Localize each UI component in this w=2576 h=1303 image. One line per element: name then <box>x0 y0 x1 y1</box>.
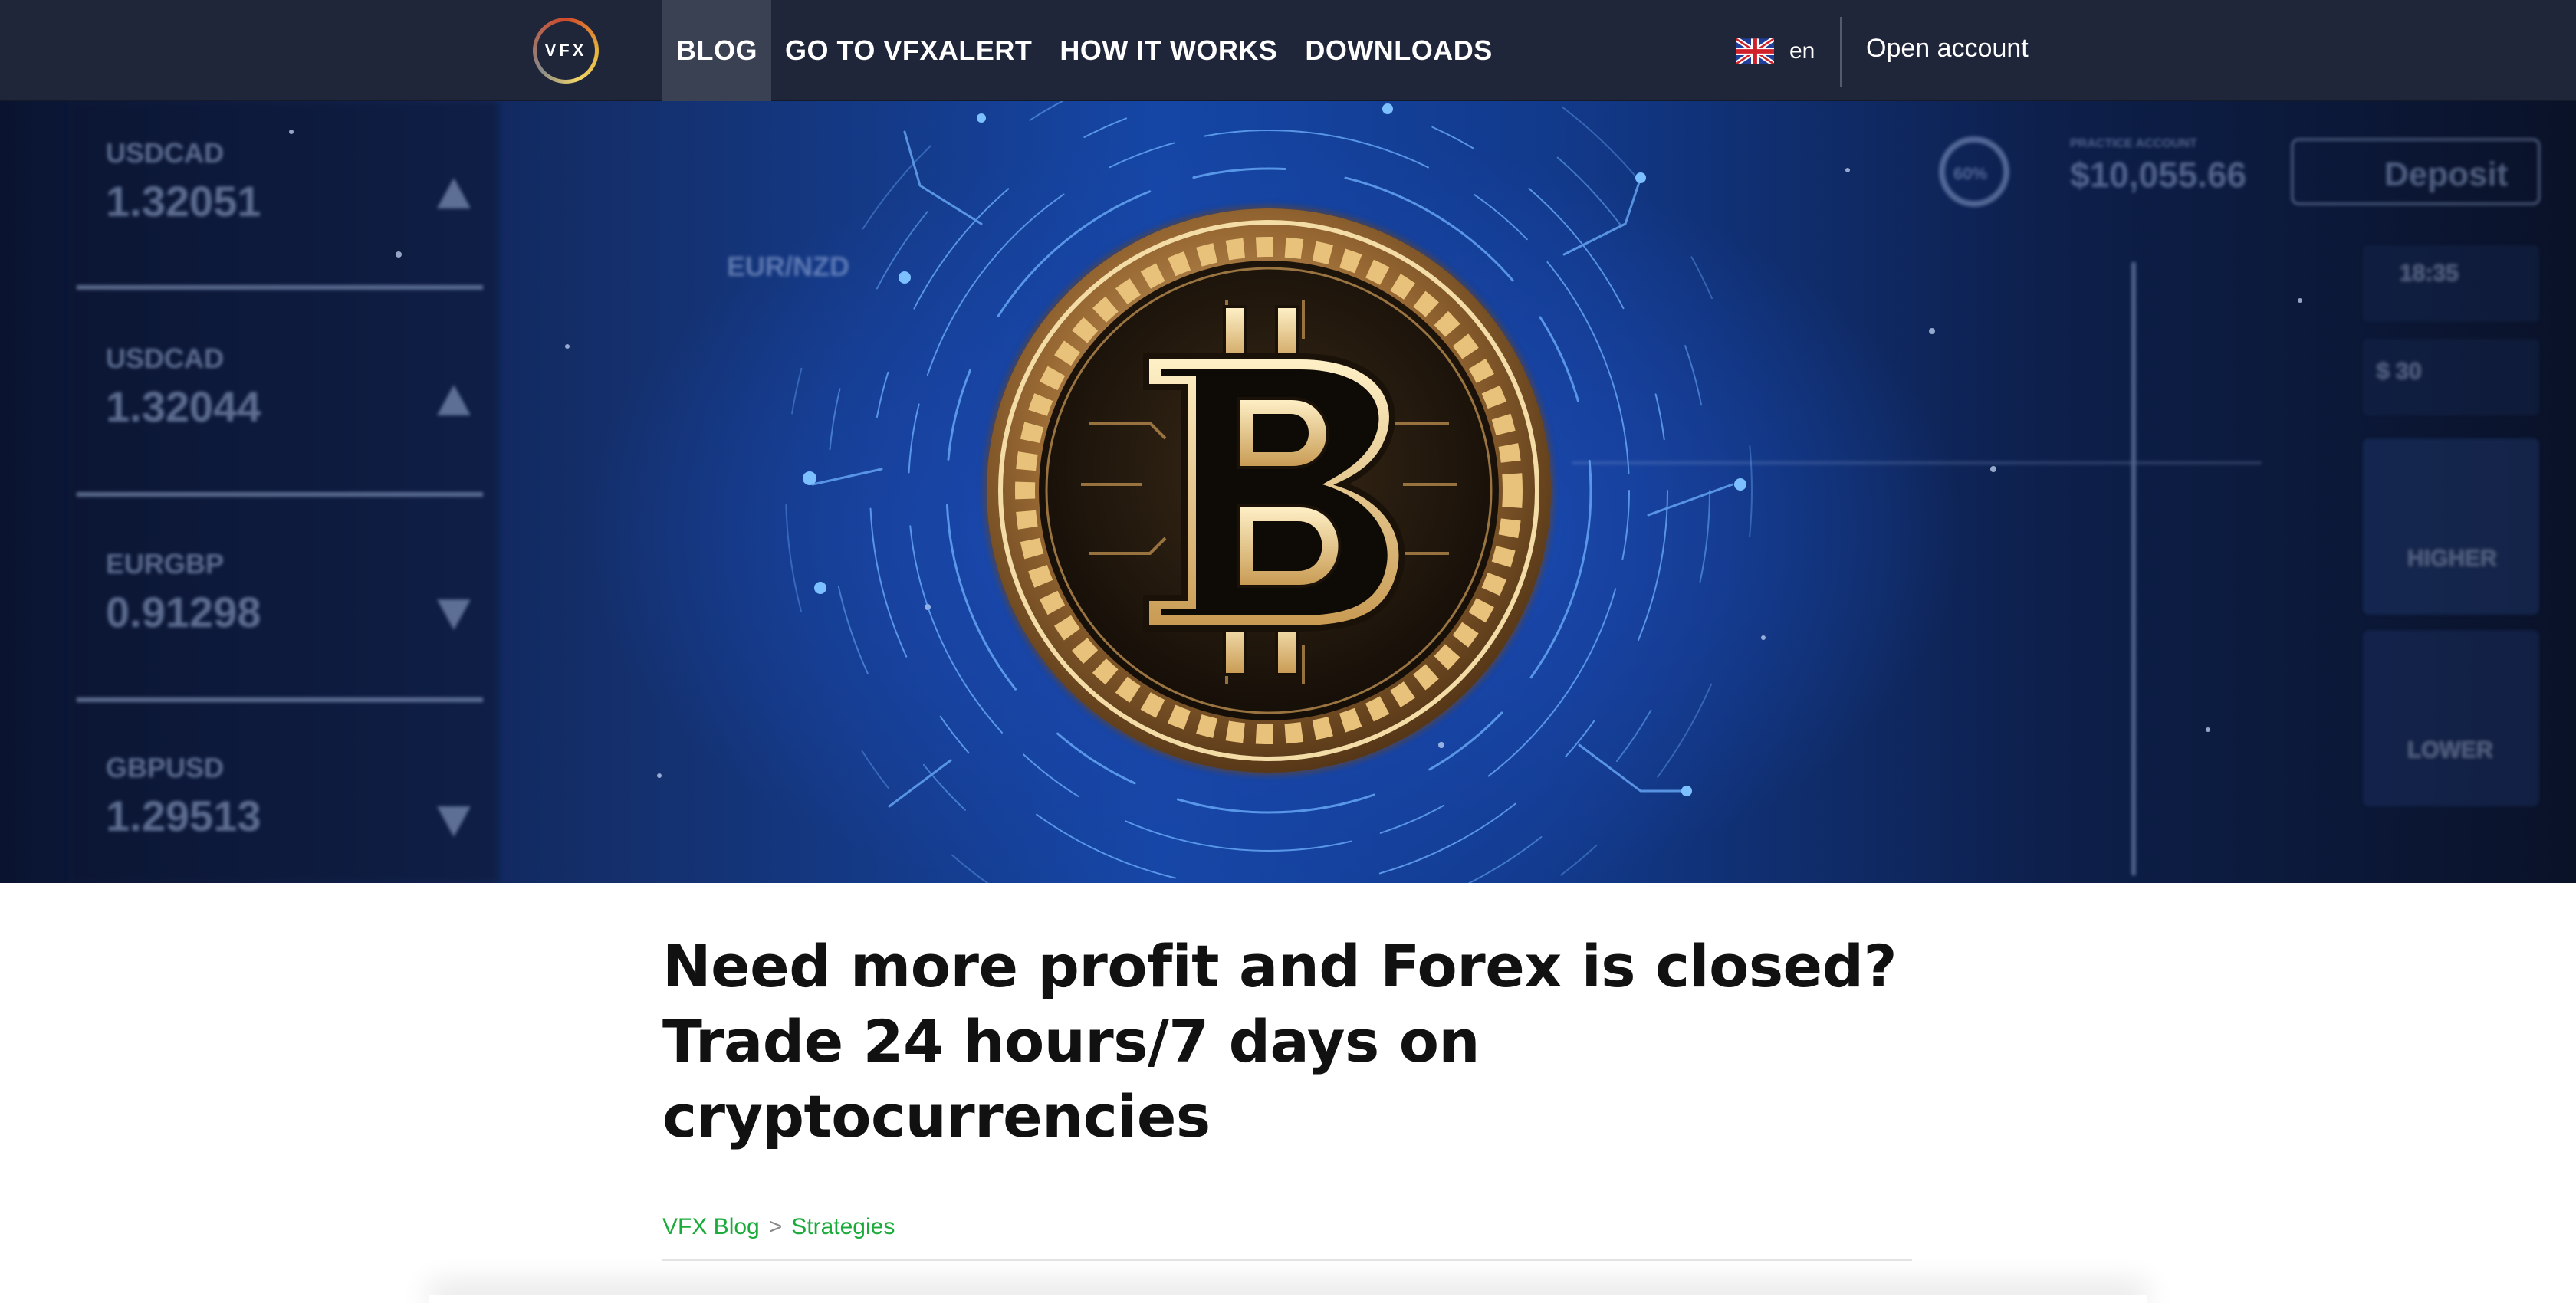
account-label: PRACTICE ACCOUNT <box>2070 137 2197 150</box>
breadcrumb: VFX Blog > Strategies <box>662 1214 895 1240</box>
panel-price-4: 1.29513 <box>106 792 261 840</box>
logo-text: VFX <box>537 21 595 80</box>
article-title: Need more profit and Forex is closed? Tr… <box>662 929 1966 1154</box>
top-navbar: VFX BLOG GO TO VFXALERT HOW IT WORKS DOW… <box>0 0 2576 101</box>
amount-display: $ 30 <box>2377 359 2421 384</box>
breadcrumb-root-link[interactable]: VFX Blog <box>662 1214 760 1240</box>
title-line-1: Need more profit and Forex is closed? <box>662 932 1898 1000</box>
bitcoin-coin-icon <box>984 205 1554 776</box>
language-selector[interactable]: en <box>1736 37 1815 66</box>
lower-label: LOWER <box>2407 737 2493 763</box>
percent-indicator: 60% <box>1953 164 1987 183</box>
panel-price-3: 0.91298 <box>106 588 261 636</box>
title-line-2: Trade 24 hours/7 days on <box>662 1007 1480 1075</box>
balance: $10,055.66 <box>2070 155 2246 195</box>
chart-pair: EUR/NZD <box>727 251 849 282</box>
title-line-3: cryptocurrencies <box>662 1082 1211 1150</box>
breadcrumb-separator: > <box>768 1214 783 1239</box>
open-account-link[interactable]: Open account <box>1866 34 2029 64</box>
language-code: en <box>1789 38 1815 64</box>
uk-flag-icon <box>1736 38 1774 64</box>
panel-pair-2: USDCAD <box>106 343 224 374</box>
vfx-logo[interactable]: VFX <box>533 18 599 84</box>
content-card-edge <box>429 1295 2147 1303</box>
panel-price-2: 1.32044 <box>106 382 261 431</box>
time-display: 18:35 <box>2400 261 2459 286</box>
nav-downloads[interactable]: DOWNLOADS <box>1291 0 1506 101</box>
breadcrumb-current-link[interactable]: Strategies <box>791 1214 895 1240</box>
breadcrumb-divider <box>662 1259 1912 1261</box>
nav-divider <box>1840 17 1842 87</box>
panel-price-1: 1.32051 <box>106 177 261 225</box>
main-nav: BLOG GO TO VFXALERT HOW IT WORKS DOWNLOA… <box>662 0 1506 101</box>
nav-how-it-works[interactable]: HOW IT WORKS <box>1046 0 1291 101</box>
higher-label: HIGHER <box>2407 546 2497 571</box>
panel-pair-3: EURGBP <box>106 548 224 579</box>
panel-pair-4: GBPUSD <box>106 752 224 783</box>
deposit-label: Deposit <box>2384 156 2509 193</box>
nav-blog[interactable]: BLOG <box>662 0 771 101</box>
hero-banner: USDCAD 1.32051 USDCAD 1.32044 EURGBP 0.9… <box>0 101 2576 883</box>
hero-illustration: USDCAD 1.32051 USDCAD 1.32044 EURGBP 0.9… <box>69 101 2541 883</box>
nav-go-to-vfxalert[interactable]: GO TO VFXALERT <box>771 0 1046 101</box>
panel-pair-1: USDCAD <box>106 137 224 169</box>
